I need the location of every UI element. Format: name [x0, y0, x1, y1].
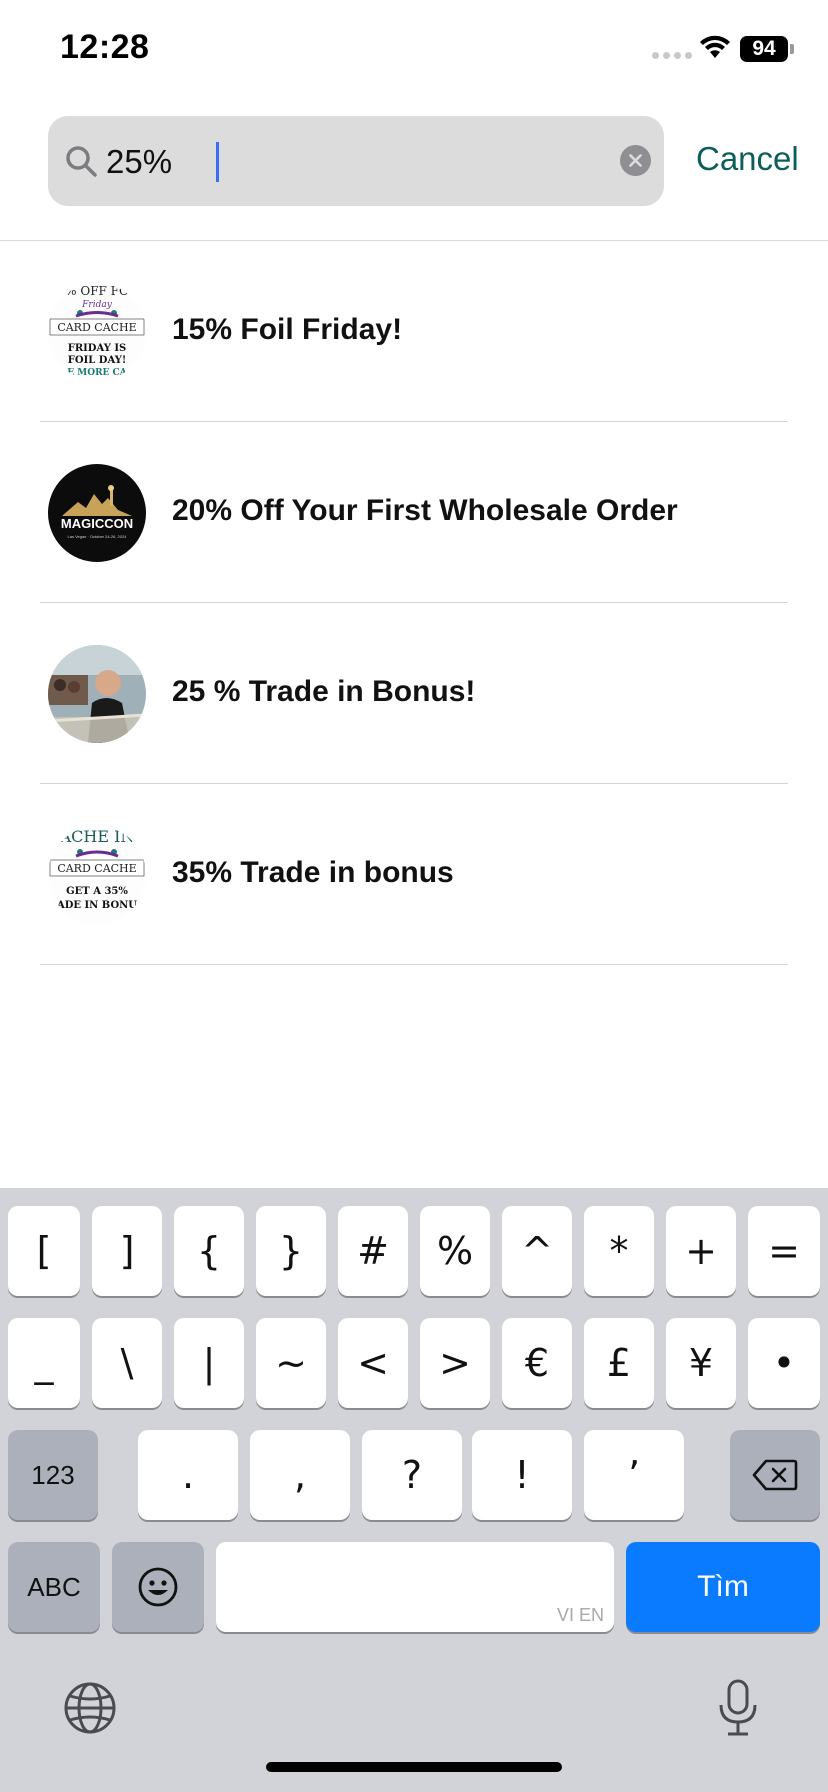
key[interactable]: , — [250, 1430, 350, 1520]
home-indicator — [266, 1762, 562, 1772]
search-input[interactable] — [106, 136, 586, 186]
svg-text:GET A 35%: GET A 35% — [66, 886, 128, 897]
svg-text:MAGICCON: MAGICCON — [61, 516, 133, 531]
emoji-icon — [138, 1567, 178, 1607]
result-title: 20% Off Your First Wholesale Order — [172, 494, 678, 527]
text-caret — [216, 142, 219, 182]
key[interactable]: * — [584, 1206, 654, 1296]
result-title: 15% Foil Friday! — [172, 313, 403, 346]
status-time: 12:28 — [60, 28, 150, 66]
list-item[interactable]: 25 % Trade in Bonus! — [0, 603, 828, 784]
key[interactable]: \ — [92, 1318, 162, 1408]
divider — [40, 964, 788, 965]
svg-text:FOIL DAY!: FOIL DAY! — [68, 355, 126, 366]
key[interactable]: { — [174, 1206, 244, 1296]
battery-nub — [790, 44, 794, 54]
status-bar: 12:28 94 — [0, 0, 828, 100]
wifi-icon — [700, 35, 730, 58]
key[interactable]: £ — [584, 1318, 654, 1408]
clear-search-button[interactable] — [620, 145, 651, 176]
list-item[interactable]: MAGICCON Las Vegas · October 24-26, 2024… — [0, 422, 828, 603]
abc-key[interactable]: ABC — [8, 1542, 100, 1632]
key[interactable]: + — [666, 1206, 736, 1296]
cancel-button[interactable]: Cancel — [696, 140, 799, 178]
close-icon — [629, 154, 642, 167]
list-item[interactable]: ACHE IN CARD CACHE GET A 35% ADE IN BONU… — [0, 784, 828, 965]
svg-text:CARD CACHE: CARD CACHE — [57, 862, 136, 875]
emoji-key[interactable] — [112, 1542, 204, 1632]
microphone-icon[interactable] — [716, 1678, 760, 1738]
key[interactable]: ’ — [584, 1430, 684, 1520]
list-item[interactable]: % OFF FO Friday CARD CACHE FRIDAY IS FOI… — [0, 241, 828, 422]
svg-text:FRIDAY IS: FRIDAY IS — [68, 343, 127, 354]
key[interactable]: _ — [8, 1318, 80, 1408]
search-go-key[interactable]: Tìm — [626, 1542, 820, 1632]
svg-text:CARD CACHE: CARD CACHE — [57, 321, 136, 334]
results-list: % OFF FO Friday CARD CACHE FRIDAY IS FOI… — [0, 241, 828, 965]
magiccon-logo-avatar: MAGICCON Las Vegas · October 24-26, 2024 — [48, 464, 146, 562]
key[interactable]: . — [138, 1430, 238, 1520]
key[interactable]: € — [502, 1318, 572, 1408]
svg-text:Las Vegas · October 24-26, 202: Las Vegas · October 24-26, 2024 — [68, 534, 128, 539]
key[interactable]: ? — [362, 1430, 462, 1520]
delete-key[interactable] — [730, 1430, 820, 1520]
key[interactable]: • — [748, 1318, 820, 1408]
cellular-signal-icon — [652, 52, 692, 59]
key[interactable]: = — [748, 1206, 820, 1296]
svg-text:Friday: Friday — [81, 300, 113, 310]
numbers-key[interactable]: 123 — [8, 1430, 98, 1520]
key[interactable]: | — [174, 1318, 244, 1408]
key[interactable]: [ — [8, 1206, 80, 1296]
result-title: 35% Trade in bonus — [172, 856, 454, 889]
key[interactable]: ¥ — [666, 1318, 736, 1408]
key[interactable]: % — [420, 1206, 490, 1296]
card-cache-logo-avatar: % OFF FO Friday CARD CACHE FRIDAY IS FOI… — [48, 283, 146, 381]
key[interactable]: > — [420, 1318, 490, 1408]
svg-text:ACHE IN: ACHE IN — [59, 827, 135, 846]
backspace-icon — [752, 1459, 798, 1491]
key[interactable]: ^ — [502, 1206, 572, 1296]
key[interactable]: ~ — [256, 1318, 326, 1408]
result-title: 25 % Trade in Bonus! — [172, 675, 476, 708]
card-cache-logo-avatar: ACHE IN CARD CACHE GET A 35% ADE IN BONU — [48, 826, 146, 924]
language-hint: VI EN — [556, 1605, 604, 1625]
battery-icon: 94 — [740, 36, 788, 62]
search-icon — [66, 146, 97, 177]
store-photo-avatar — [48, 645, 146, 743]
key[interactable]: } — [256, 1206, 326, 1296]
space-key[interactable]: VI EN — [216, 1542, 614, 1632]
svg-text:E MORE CA: E MORE CA — [67, 368, 127, 378]
search-bar[interactable] — [48, 116, 664, 206]
key[interactable]: ] — [92, 1206, 162, 1296]
key[interactable]: # — [338, 1206, 408, 1296]
svg-text:ADE IN BONU: ADE IN BONU — [56, 900, 137, 911]
svg-text:% OFF FO: % OFF FO — [65, 284, 129, 298]
key[interactable]: < — [338, 1318, 408, 1408]
globe-icon[interactable] — [62, 1680, 118, 1736]
key[interactable]: ! — [472, 1430, 572, 1520]
